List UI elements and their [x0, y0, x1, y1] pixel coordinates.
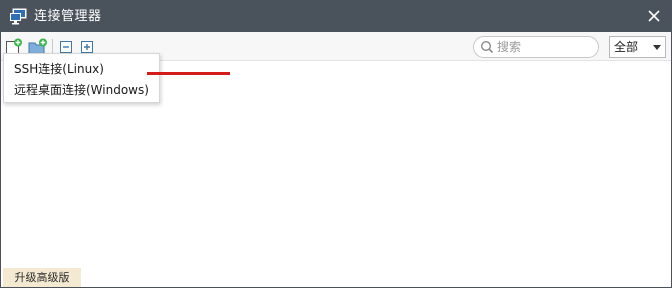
menu-item-rdp-windows[interactable]: 远程桌面连接(Windows)	[14, 82, 149, 98]
filter-select[interactable]: 全部	[609, 36, 666, 58]
window-title: 连接管理器	[34, 9, 102, 24]
connection-monitor-icon	[9, 8, 27, 25]
search-input[interactable]	[497, 39, 593, 55]
new-connection-menu: SSH连接(Linux) 远程桌面连接(Windows)	[3, 53, 160, 103]
close-button[interactable]	[641, 4, 667, 29]
connection-manager-window: 连接管理器 搜索 全部 升级高级版	[0, 0, 672, 288]
close-icon	[648, 10, 660, 22]
search-box	[473, 36, 599, 58]
search-icon	[480, 40, 494, 54]
chevron-down-icon	[653, 45, 661, 50]
filter-selected-value: 全部	[614, 40, 639, 54]
upgrade-button[interactable]: 升级高级版	[3, 268, 81, 287]
menu-item-ssh-linux[interactable]: SSH连接(Linux)	[14, 61, 104, 77]
bottom-bar: 升级高级版	[1, 267, 671, 287]
annotation-underline	[147, 72, 230, 75]
title-bar: 连接管理器	[1, 1, 671, 32]
